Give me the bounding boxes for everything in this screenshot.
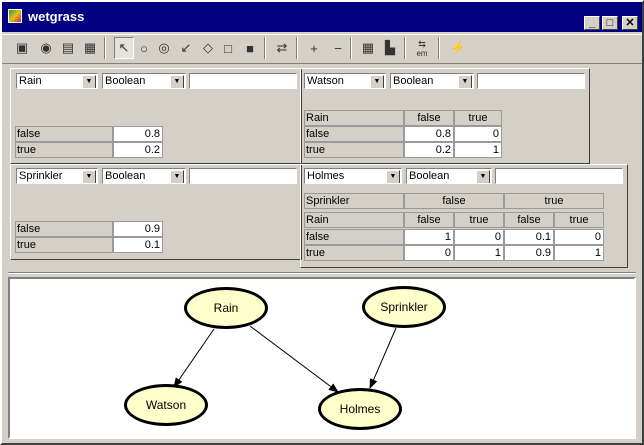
node-rain[interactable]: Rain <box>184 287 268 329</box>
edge-rain-holmes <box>249 325 339 393</box>
edge-sprinkler-holmes <box>369 327 397 389</box>
node-sprinkler[interactable]: Sprinkler <box>362 286 446 328</box>
edge-rain-watson <box>173 328 215 388</box>
network-edges <box>173 325 397 393</box>
node-holmes[interactable]: Holmes <box>318 388 402 430</box>
node-watson[interactable]: Watson <box>124 384 208 426</box>
